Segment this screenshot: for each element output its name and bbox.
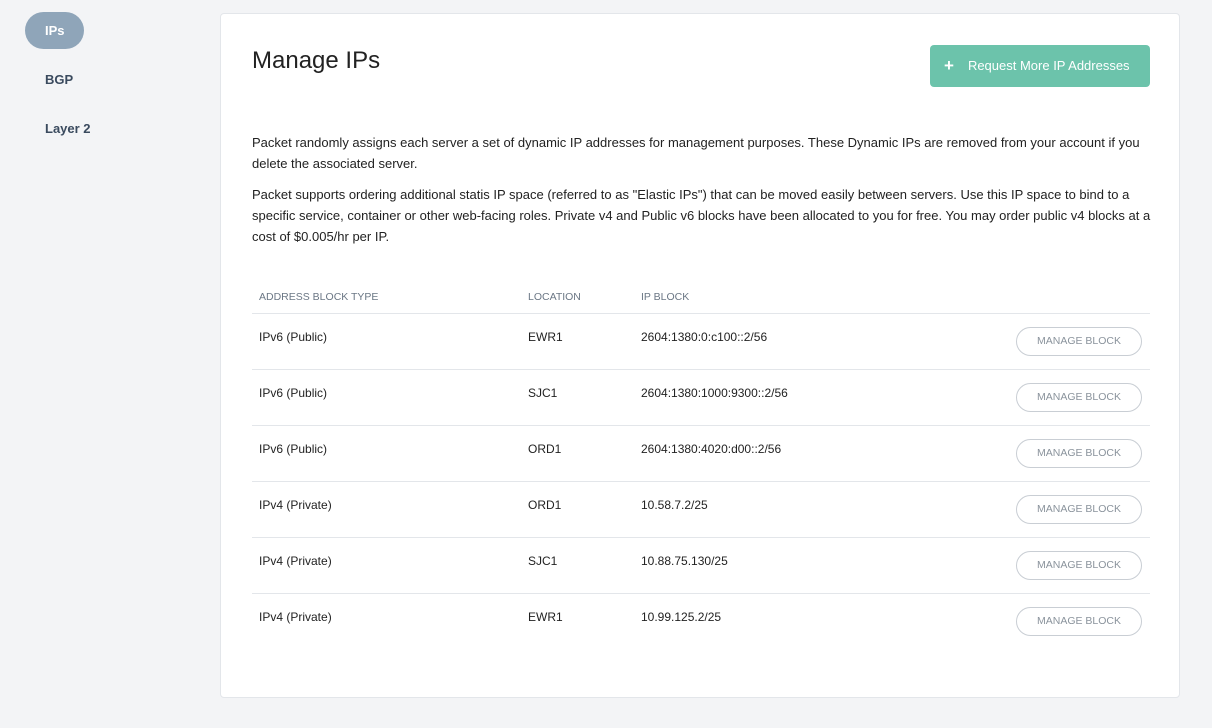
cell-ip-block: 10.99.125.2/25 <box>641 609 722 624</box>
cell-ip-block: 2604:1380:1000:9300::2/56 <box>634 369 904 426</box>
cell-ip-block: 2604:1380:0:c100::2/56 <box>634 313 904 370</box>
page-title: Manage IPs <box>252 47 381 74</box>
cell-type: IPv4 (Private) <box>252 481 521 538</box>
cell-actions: MANAGE BLOCK <box>903 313 1150 370</box>
description-paragraph: Packet supports ordering additional stat… <box>252 187 1151 244</box>
manage-block-button[interactable]: MANAGE BLOCK <box>1016 438 1142 468</box>
column-header-type: ADDRESS BLOCK TYPE <box>252 282 521 314</box>
column-header-ip-block: IP BLOCK <box>634 282 904 314</box>
cell-location: EWR1 <box>528 609 563 624</box>
cell-type: IPv4 (Private) <box>259 609 332 624</box>
plus-icon: + <box>944 56 954 75</box>
cell-actions: MANAGE BLOCK <box>903 481 1150 538</box>
sidebar-item-ips[interactable]: IPs <box>25 12 84 49</box>
manage-ips-card: Manage IPs + Request More IP Addresses Pa… <box>220 13 1180 698</box>
table-row: IPv6 (Public) ORD1 2604:1380:4020:d00::2… <box>252 425 1150 482</box>
cell-actions: MANAGE BLOCK <box>903 425 1150 482</box>
cell-actions: MANAGE BLOCK <box>903 369 1150 426</box>
column-header-actions <box>903 282 1150 314</box>
column-header-location: LOCATION <box>521 282 634 314</box>
sidebar-item-bgp[interactable]: BGP <box>25 61 84 98</box>
manage-block-button[interactable]: MANAGE BLOCK <box>1016 382 1142 412</box>
cell-type: IPv6 (Public) <box>252 313 521 370</box>
cell-location: SJC1 <box>521 369 634 426</box>
cell-location: EWR1 <box>521 313 634 370</box>
request-more-ips-button[interactable]: + Request More IP Addresses <box>930 45 1150 87</box>
cell-actions: MANAGE BLOCK <box>903 593 1150 649</box>
manage-block-button[interactable]: MANAGE BLOCK <box>1016 326 1142 356</box>
table-row: IPv4 (Private) EWR1 10.99.125.2/25 MANAG… <box>252 593 1150 649</box>
ip-blocks-table: ADDRESS BLOCK TYPE LOCATION IP BLOCK IPv… <box>252 282 1150 649</box>
description: Packet randomly assigns each server a se… <box>252 132 1152 257</box>
manage-block-button[interactable]: MANAGE BLOCK <box>1016 550 1142 580</box>
cell-ip-block: 10.88.75.130/25 <box>634 537 904 594</box>
table-row: IPv6 (Public) SJC1 2604:1380:1000:9300::… <box>252 369 1150 426</box>
table-row: IPv4 (Private) SJC1 10.88.75.130/25 MANA… <box>252 537 1150 594</box>
cell-location: ORD1 <box>521 425 634 482</box>
cell-location: ORD1 <box>521 481 634 538</box>
table-row: IPv6 (Public) EWR1 2604:1380:0:c100::2/5… <box>252 313 1150 370</box>
sidebar-item-layer2[interactable]: Layer 2 <box>25 110 91 147</box>
cell-type: IPv4 (Private) <box>252 537 521 594</box>
request-button-label: Request More IP Addresses <box>967 58 1130 73</box>
manage-block-button[interactable]: MANAGE BLOCK <box>1016 606 1142 636</box>
manage-block-button[interactable]: MANAGE BLOCK <box>1016 494 1142 524</box>
cell-actions: MANAGE BLOCK <box>903 537 1150 594</box>
sidebar: IPs BGP Layer 2 <box>25 12 185 159</box>
cell-type: IPv6 (Public) <box>252 425 521 482</box>
cell-location: SJC1 <box>521 537 634 594</box>
cell-ip-block: 2604:1380:4020:d00::2/56 <box>634 425 904 482</box>
description-paragraph: Packet randomly assigns each server a se… <box>252 135 1140 171</box>
table-row: IPv4 (Private) ORD1 10.58.7.2/25 MANAGE … <box>252 481 1150 538</box>
cell-ip-block: 10.58.7.2/25 <box>634 481 904 538</box>
cell-type: IPv6 (Public) <box>252 369 521 426</box>
